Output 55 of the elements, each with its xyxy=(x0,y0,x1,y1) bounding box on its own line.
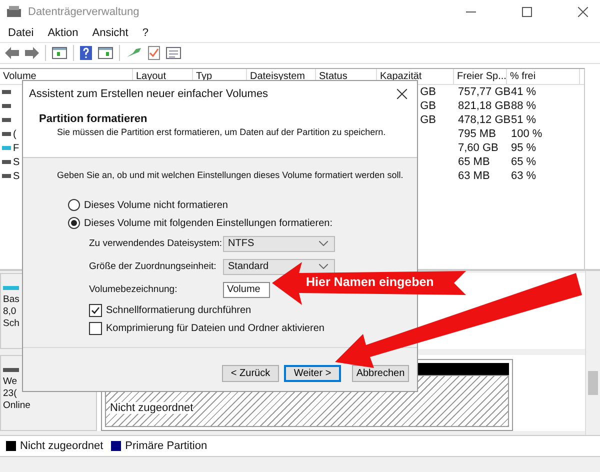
checkbox-label[interactable]: Komprimierung für Dateien und Ordner aktivieren xyxy=(106,322,324,334)
table-cell: 65 MB xyxy=(458,156,490,168)
window-title: Datenträgerverwaltung xyxy=(28,6,140,18)
menu-item[interactable]: Aktion xyxy=(48,27,78,39)
dialog-button[interactable]: Abbrechen xyxy=(352,365,409,382)
menu-item[interactable]: Ansicht xyxy=(92,27,128,39)
table-cell: 65 % xyxy=(511,156,536,168)
table-cell: 757,77 GB xyxy=(458,86,511,98)
disk-info-text: Bas xyxy=(3,294,20,306)
disk-info-text: We xyxy=(3,376,18,388)
table-cell: 821,18 GB xyxy=(458,100,511,112)
table-cell: 41 % xyxy=(511,86,536,98)
column-header[interactable]: Freier Sp... xyxy=(454,69,507,84)
legend-label: Nicht zugeordnet xyxy=(20,440,104,452)
instruction-text: Geben Sie an, ob und mit welchen Einstellungen dieses Volume formatiert werden soll. xyxy=(57,170,404,180)
table-cell: S xyxy=(13,156,20,168)
table-cell: 478,12 GB xyxy=(458,114,511,126)
table-cell: 63 MB xyxy=(458,170,490,182)
table-cell: GB xyxy=(420,86,436,98)
dropdown[interactable]: NTFS xyxy=(223,236,335,252)
table-cell: 63 % xyxy=(511,170,536,182)
radio-label[interactable]: Dieses Volume mit folgenden Einstellungen formatieren: xyxy=(84,218,332,228)
radio-label[interactable]: Dieses Volume nicht formatieren xyxy=(84,200,228,210)
disk-info-text: 23( xyxy=(3,388,18,400)
table-cell: S xyxy=(13,170,20,182)
disk-info-text: 8,0 xyxy=(3,306,18,318)
table-cell: F xyxy=(13,142,20,154)
table-cell: GB xyxy=(420,114,436,126)
field-label: Größe der Zuordnungseinheit: xyxy=(89,261,218,272)
menu-item[interactable]: Datei xyxy=(8,27,34,39)
table-cell: 88 % xyxy=(511,100,536,112)
table-cell: GB xyxy=(420,100,436,112)
dialog-button[interactable]: Weiter > xyxy=(284,365,341,382)
field-label: Volumebezeichnung: xyxy=(89,284,178,295)
dialog-title: Assistent zum Erstellen neuer einfacher Volumes xyxy=(29,88,268,100)
dropdown[interactable]: Standard xyxy=(223,258,335,274)
dialog-button[interactable]: < Zurück xyxy=(222,365,279,382)
table-cell: 95 % xyxy=(511,142,536,154)
table-cell: ( xyxy=(13,128,16,140)
menu-item[interactable]: ? xyxy=(142,27,148,39)
column-header[interactable]: % frei xyxy=(507,69,580,84)
annotation-text: Hier Namen eingeben xyxy=(306,275,434,289)
dialog-heading: Partition formatieren xyxy=(39,113,148,125)
disk-info-text: Online xyxy=(3,400,32,412)
checkbox-label[interactable]: Schnellformatierung durchführen xyxy=(106,304,252,316)
disk-info-text: Sch xyxy=(3,318,20,330)
table-cell: 7,60 GB xyxy=(458,142,498,154)
input-field[interactable]: Volume xyxy=(223,282,270,298)
table-cell: 51 % xyxy=(511,114,536,126)
partition-label: Nicht zugeordnet xyxy=(110,402,194,414)
table-cell: 795 MB xyxy=(458,128,496,140)
legend-label: Primäre Partition xyxy=(125,440,208,452)
field-label: Zu verwendendes Dateisystem: xyxy=(89,238,223,249)
dialog-subtitle: Sie müssen die Partition erst formatieren, um Daten auf der Partition zu speichern. xyxy=(56,127,386,137)
table-cell: 100 % xyxy=(511,128,542,140)
